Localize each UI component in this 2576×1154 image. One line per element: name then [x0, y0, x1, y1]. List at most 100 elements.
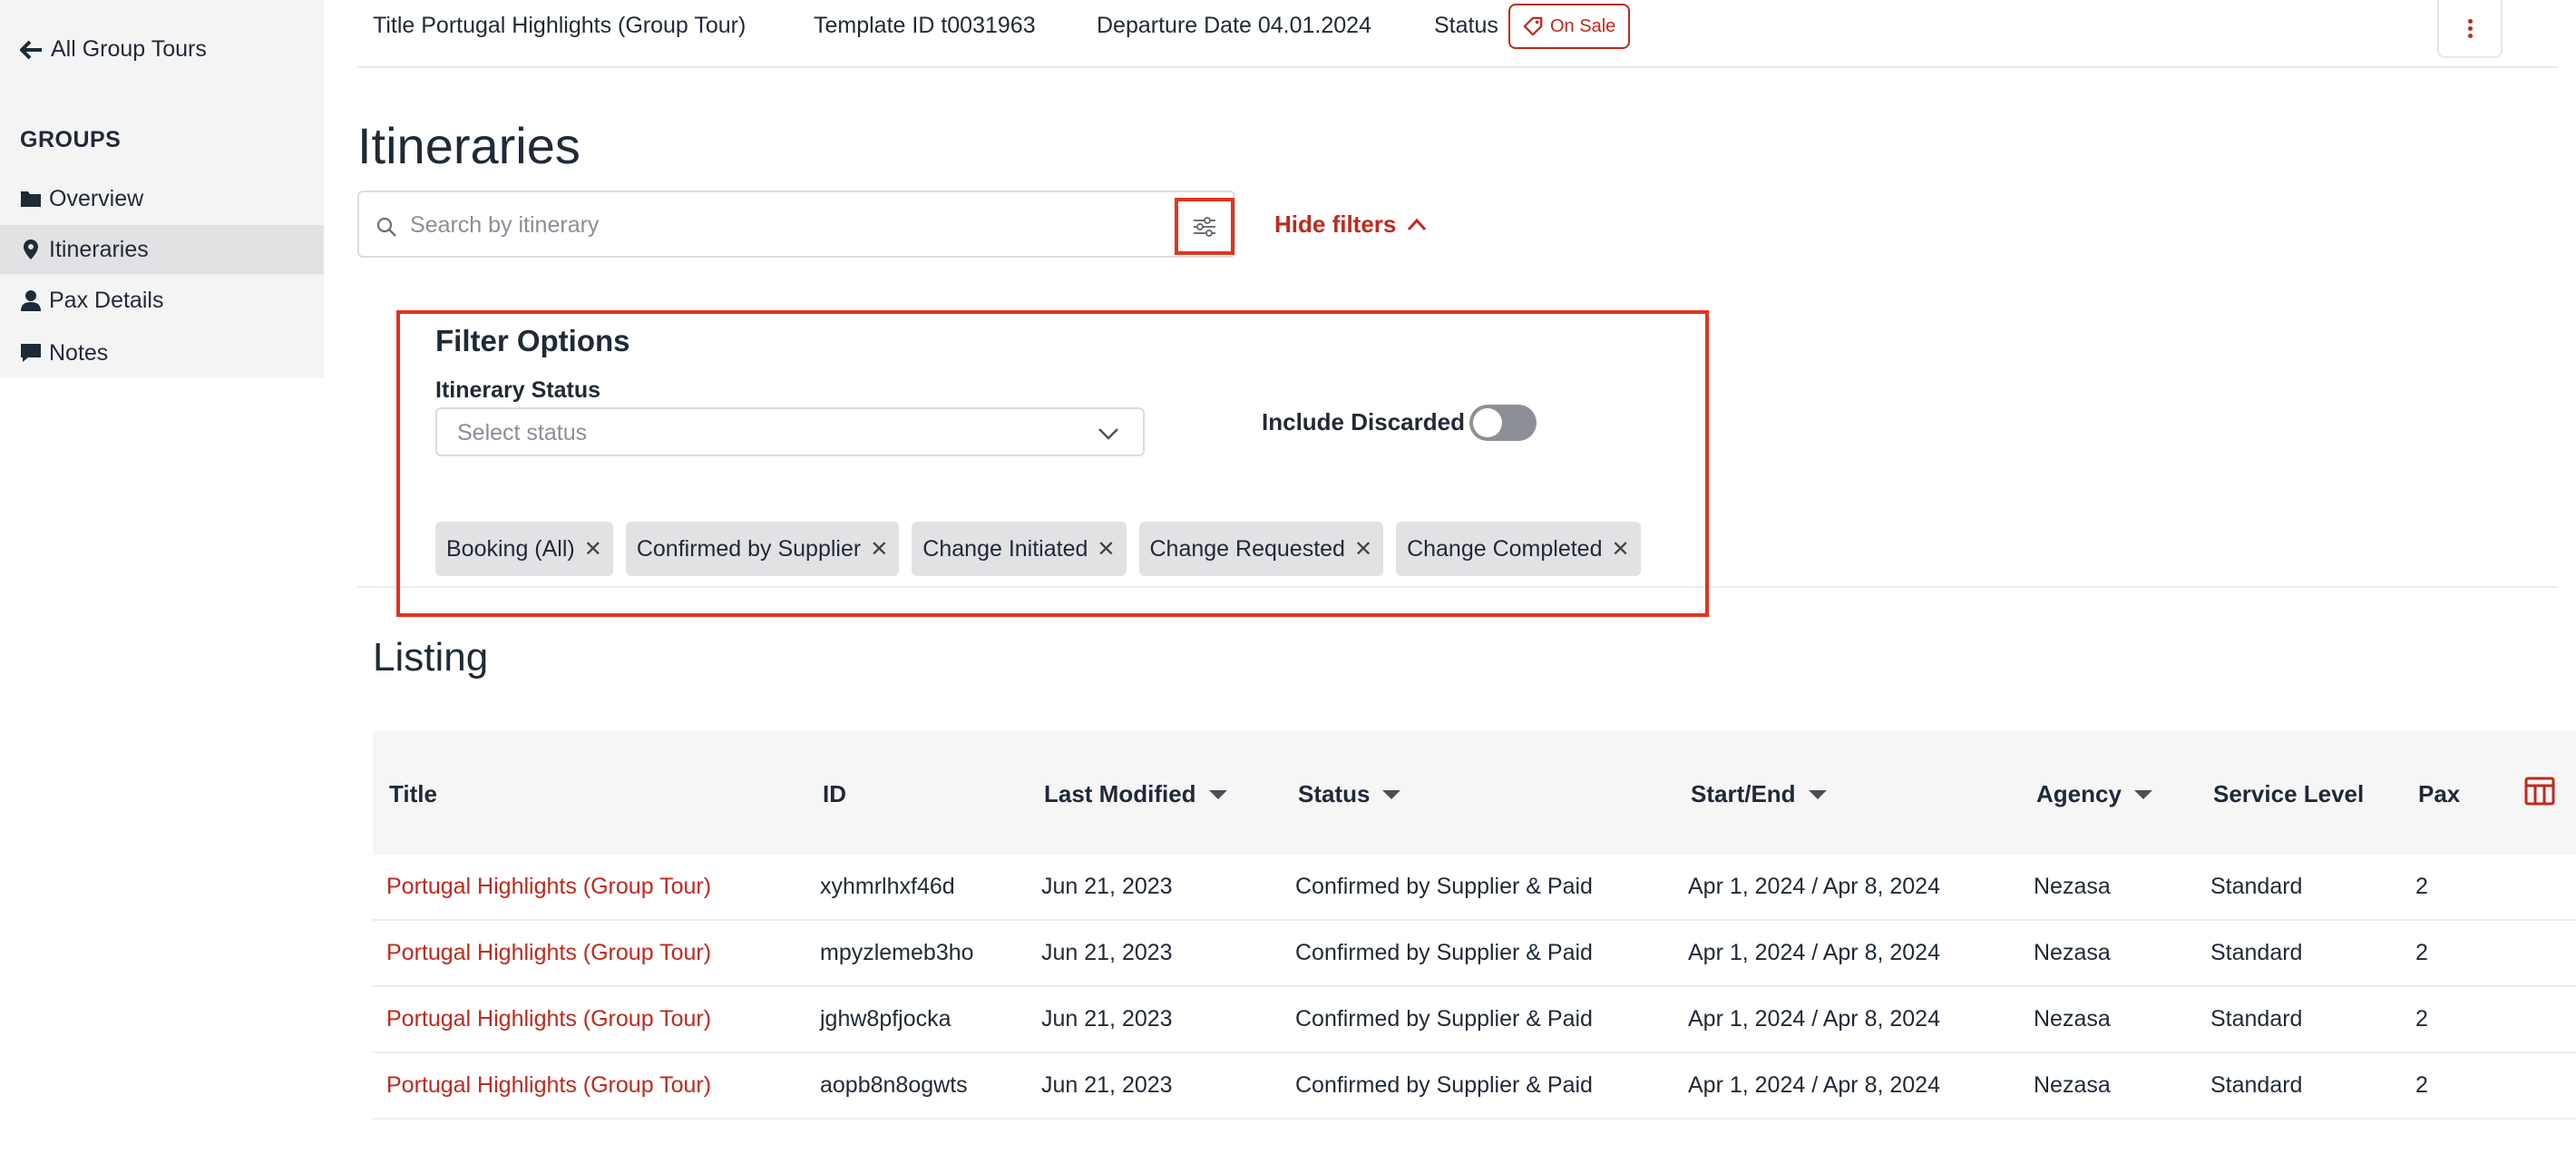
user-icon — [21, 290, 41, 311]
filter-settings-button[interactable] — [1175, 198, 1234, 255]
filter-chip: Change Requested ✕ — [1138, 522, 1384, 576]
header-template-id: Template ID t0031963 — [814, 13, 1036, 38]
last-modified: Jun 21, 2023 — [1041, 1006, 1173, 1032]
itinerary-id: mpyzlemeb3ho — [820, 940, 974, 965]
filter-chip: Change Completed ✕ — [1396, 522, 1641, 576]
column-header-last-modified[interactable]: Last Modified — [1044, 780, 1227, 808]
chip-label: Change Requested — [1149, 535, 1345, 562]
back-to-all-group-tours-link[interactable]: All Group Tours — [20, 36, 207, 63]
chip-label: Change Completed — [1407, 535, 1603, 562]
filter-chip: Confirmed by Supplier ✕ — [625, 522, 900, 576]
itinerary-id: aopb8n8ogwts — [820, 1072, 968, 1098]
sidebar-item-overview[interactable]: Overview — [0, 174, 324, 223]
close-icon[interactable]: ✕ — [584, 536, 602, 562]
search-box — [357, 191, 1235, 258]
close-icon[interactable]: ✕ — [1354, 536, 1372, 562]
column-header-pax: Pax — [2418, 780, 2460, 808]
column-label: Agency — [2036, 780, 2122, 807]
chip-label: Confirmed by Supplier — [636, 535, 862, 562]
sort-caret-icon[interactable] — [1382, 789, 1401, 799]
pax-count: 2 — [2415, 1006, 2428, 1032]
arrow-left-icon — [20, 40, 42, 59]
column-label: Start/End — [1691, 780, 1796, 807]
header-departure-date: Departure Date 04.01.2024 — [1097, 13, 1371, 38]
table-row: Portugal Highlights (Group Tour) xyhmrlh… — [373, 855, 2576, 921]
column-label: Title — [389, 780, 437, 807]
search-icon — [376, 217, 396, 237]
sidebar-item-pax-details[interactable]: Pax Details — [0, 276, 324, 325]
agency: Nezasa — [2034, 940, 2111, 965]
sidebar-item-label: Pax Details — [49, 287, 164, 313]
column-header-id: ID — [823, 780, 846, 808]
last-modified: Jun 21, 2023 — [1041, 1072, 1173, 1098]
search-input[interactable] — [410, 205, 1154, 245]
sort-caret-icon[interactable] — [1208, 789, 1227, 799]
comment-icon — [21, 344, 41, 362]
start-end-dates: Apr 1, 2024 / Apr 8, 2024 — [1688, 1072, 1940, 1098]
close-icon[interactable]: ✕ — [1611, 536, 1629, 562]
table-header: Title ID Last Modified Status Start/End … — [373, 731, 2576, 855]
sidebar-item-label: Notes — [49, 339, 109, 366]
itinerary-title-link[interactable]: Portugal Highlights (Group Tour) — [386, 940, 711, 966]
sidebar-section-heading: GROUPS — [20, 127, 122, 152]
sidebar-item-label: Itineraries — [49, 236, 149, 262]
sidebar-item-notes[interactable]: Notes — [0, 328, 324, 377]
service-level: Standard — [2210, 940, 2303, 965]
column-label: Pax — [2418, 780, 2461, 807]
status-badge: On Sale — [1508, 4, 1631, 49]
agency: Nezasa — [2034, 1006, 2111, 1032]
itineraries-table: Title ID Last Modified Status Start/End … — [373, 731, 2576, 1120]
close-icon[interactable]: ✕ — [1097, 536, 1115, 562]
sliders-icon — [1194, 216, 1215, 237]
sidebar: All Group Tours GROUPS Overview Itinerar… — [0, 0, 324, 377]
column-header-start-end[interactable]: Start/End — [1691, 780, 1827, 808]
itinerary-status: Confirmed by Supplier & Paid — [1295, 1006, 1593, 1032]
sort-caret-icon[interactable] — [2133, 789, 2152, 799]
start-end-dates: Apr 1, 2024 / Apr 8, 2024 — [1688, 874, 1940, 899]
page-title: Itineraries — [357, 117, 581, 174]
column-header-title: Title — [389, 780, 437, 808]
agency: Nezasa — [2034, 874, 2111, 899]
pax-count: 2 — [2415, 1072, 2428, 1098]
column-settings-icon[interactable] — [2523, 775, 2556, 807]
itinerary-title-link[interactable]: Portugal Highlights (Group Tour) — [386, 874, 711, 900]
include-discarded-toggle[interactable] — [1469, 405, 1537, 441]
hide-filters-button[interactable]: Hide filters — [1274, 210, 1427, 239]
include-discarded-label: Include Discarded — [1262, 408, 1465, 435]
tag-icon — [1523, 16, 1543, 36]
filter-options-title: Filter Options — [435, 324, 630, 357]
back-link-label: All Group Tours — [51, 36, 207, 62]
status-filter-chips: Booking (All) ✕ Confirmed by Supplier ✕ Ch… — [435, 522, 1641, 576]
itinerary-title-link[interactable]: Portugal Highlights (Group Tour) — [386, 1006, 711, 1032]
itinerary-status: Confirmed by Supplier & Paid — [1295, 1072, 1593, 1098]
column-label: ID — [823, 780, 846, 807]
sidebar-item-label: Overview — [49, 185, 144, 211]
hide-filters-label: Hide filters — [1274, 210, 1397, 238]
column-header-status[interactable]: Status — [1298, 780, 1401, 808]
sidebar-item-itineraries[interactable]: Itineraries — [0, 225, 324, 274]
sort-caret-icon[interactable] — [1808, 789, 1827, 799]
table-row: Portugal Highlights (Group Tour) jghw8pf… — [373, 987, 2576, 1053]
itinerary-title-link[interactable]: Portugal Highlights (Group Tour) — [386, 1072, 711, 1099]
status-select-placeholder: Select status — [457, 420, 588, 445]
last-modified: Jun 21, 2023 — [1041, 940, 1173, 965]
kebab-dot — [2467, 25, 2473, 31]
service-level: Standard — [2210, 1006, 2303, 1032]
start-end-dates: Apr 1, 2024 / Apr 8, 2024 — [1688, 940, 1940, 965]
column-label: Status — [1298, 780, 1371, 807]
table-row: Portugal Highlights (Group Tour) aopb8n8… — [373, 1053, 2576, 1120]
itinerary-status: Confirmed by Supplier & Paid — [1295, 940, 1593, 965]
filter-chip: Booking (All) ✕ — [435, 522, 613, 576]
pax-count: 2 — [2415, 940, 2428, 965]
map-pin-icon — [24, 240, 38, 259]
more-options-button[interactable] — [2437, 0, 2503, 58]
last-modified: Jun 21, 2023 — [1041, 874, 1173, 899]
start-end-dates: Apr 1, 2024 / Apr 8, 2024 — [1688, 1006, 1940, 1032]
itinerary-status-label: Itinerary Status — [435, 377, 601, 403]
column-label: Service Level — [2213, 780, 2365, 807]
folder-icon — [21, 191, 41, 207]
itinerary-status-select[interactable]: Select status — [435, 407, 1145, 456]
chevron-up-icon — [1408, 218, 1427, 230]
column-header-agency[interactable]: Agency — [2036, 780, 2152, 808]
close-icon[interactable]: ✕ — [870, 536, 888, 562]
